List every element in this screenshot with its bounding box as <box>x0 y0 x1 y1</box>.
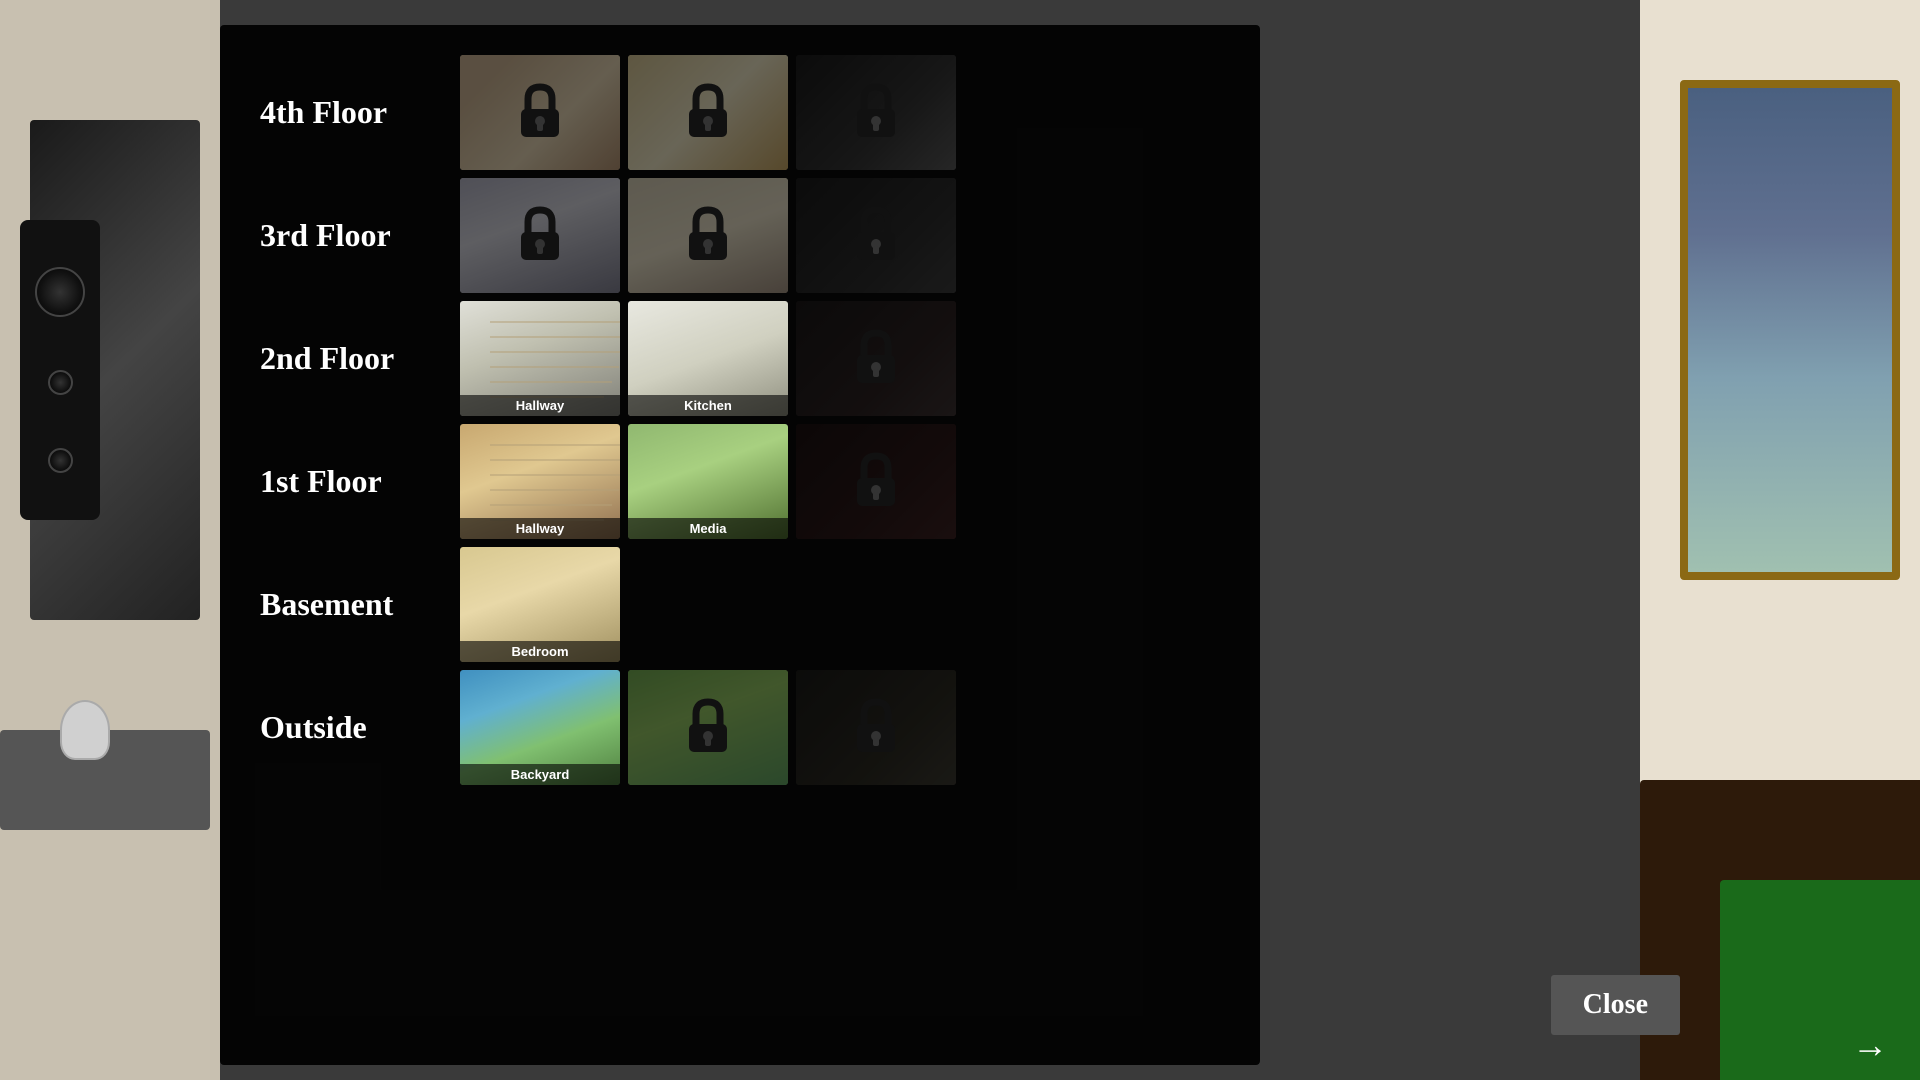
floor-rooms-outside: Backyard <box>460 670 956 785</box>
room-bg-1f-r3 <box>796 424 956 539</box>
room-bg-3f-r3 <box>796 178 956 293</box>
candle <box>60 700 110 760</box>
speaker-cone-small-2 <box>48 448 73 473</box>
speaker-cone-small-1 <box>48 370 73 395</box>
room-thumb-1f-r1[interactable]: Hallway <box>460 424 620 539</box>
floor-select-panel: 4th Floor3rd Floor2nd FloorHallwayKitche… <box>220 25 1260 1065</box>
room-label-2f-r2: Kitchen <box>628 395 788 416</box>
lock-overlay-4f-r3 <box>796 55 956 170</box>
room-bg-out-r1: Backyard <box>460 670 620 785</box>
floor-row-1st-floor: 1st FloorHallway Media <box>260 424 1220 539</box>
room-thumb-1f-r3[interactable] <box>796 424 956 539</box>
room-thumb-4f-r3[interactable] <box>796 55 956 170</box>
lock-overlay-3f-r3 <box>796 178 956 293</box>
room-thumb-2f-r2[interactable]: Kitchen <box>628 301 788 416</box>
nav-arrow-right[interactable]: → <box>1840 1030 1900 1060</box>
room-thumb-2f-r3[interactable] <box>796 301 956 416</box>
lock-icon <box>515 83 565 143</box>
room-bg-2f-r2: Kitchen <box>628 301 788 416</box>
room-thumb-3f-r2[interactable] <box>628 178 788 293</box>
room-thumb-1f-r2[interactable]: Media <box>628 424 788 539</box>
room-label-b-r1: Bedroom <box>460 641 620 662</box>
lock-overlay-3f-r1 <box>460 178 620 293</box>
lock-icon <box>683 83 733 143</box>
room-label-2f-r1: Hallway <box>460 395 620 416</box>
floor-row-basement: BasementBedroom <box>260 547 1220 662</box>
room-thumb-3f-r1[interactable] <box>460 178 620 293</box>
lock-overlay-4f-r1 <box>460 55 620 170</box>
room-thumb-out-r3[interactable] <box>796 670 956 785</box>
floor-rooms-1st-floor: Hallway Media <box>460 424 956 539</box>
room-thumb-out-r2[interactable] <box>628 670 788 785</box>
left-wall <box>0 0 220 1080</box>
lock-icon <box>851 329 901 389</box>
lock-icon <box>851 83 901 143</box>
room-bg-out-r2 <box>628 670 788 785</box>
lock-overlay-2f-r3 <box>796 301 956 416</box>
floor-label-2nd-floor: 2nd Floor <box>260 340 460 377</box>
floor-rooms-2nd-floor: Hallway Kitchen <box>460 301 956 416</box>
lock-icon <box>683 206 733 266</box>
room-bg-4f-r2 <box>628 55 788 170</box>
lock-icon <box>851 206 901 266</box>
lock-icon <box>683 698 733 758</box>
speaker-cone-large <box>35 267 85 317</box>
right-wall <box>1640 0 1920 1080</box>
room-bg-3f-r1 <box>460 178 620 293</box>
floor-label-basement: Basement <box>260 586 460 623</box>
room-bg-4f-r1 <box>460 55 620 170</box>
lock-icon <box>851 452 901 512</box>
floor-label-3rd-floor: 3rd Floor <box>260 217 460 254</box>
floor-row-4th-floor: 4th Floor <box>260 55 1220 170</box>
floor-row-outside: OutsideBackyard <box>260 670 1220 785</box>
window <box>1680 80 1900 580</box>
lock-overlay-3f-r2 <box>628 178 788 293</box>
room-thumb-2f-r1[interactable]: Hallway <box>460 301 620 416</box>
lock-icon <box>851 698 901 758</box>
floor-label-1st-floor: 1st Floor <box>260 463 460 500</box>
room-thumb-b-r1[interactable]: Bedroom <box>460 547 620 662</box>
room-bg-4f-r3 <box>796 55 956 170</box>
room-bg-1f-r2: Media <box>628 424 788 539</box>
floor-rooms-3rd-floor <box>460 178 956 293</box>
room-thumb-4f-r1[interactable] <box>460 55 620 170</box>
room-bg-1f-r1: Hallway <box>460 424 620 539</box>
lock-overlay-4f-r2 <box>628 55 788 170</box>
room-bg-3f-r2 <box>628 178 788 293</box>
lock-overlay-out-r3 <box>796 670 956 785</box>
floor-row-2nd-floor: 2nd FloorHallway Kitchen <box>260 301 1220 416</box>
close-button[interactable]: Close <box>1551 975 1680 1035</box>
floor-label-outside: Outside <box>260 709 460 746</box>
lock-icon <box>515 206 565 266</box>
floor-rooms-4th-floor <box>460 55 956 170</box>
floor-label-4th-floor: 4th Floor <box>260 94 460 131</box>
lock-overlay-1f-r3 <box>796 424 956 539</box>
room-thumb-4f-r2[interactable] <box>628 55 788 170</box>
floor-row-3rd-floor: 3rd Floor <box>260 178 1220 293</box>
room-bg-2f-r1: Hallway <box>460 301 620 416</box>
room-bg-2f-r3 <box>796 301 956 416</box>
room-label-1f-r2: Media <box>628 518 788 539</box>
room-bg-b-r1: Bedroom <box>460 547 620 662</box>
floor-rooms-basement: Bedroom <box>460 547 620 662</box>
room-thumb-3f-r3[interactable] <box>796 178 956 293</box>
room-thumb-out-r1[interactable]: Backyard <box>460 670 620 785</box>
lock-overlay-out-r2 <box>628 670 788 785</box>
room-label-out-r1: Backyard <box>460 764 620 785</box>
room-bg-out-r3 <box>796 670 956 785</box>
speaker <box>20 220 100 520</box>
room-label-1f-r1: Hallway <box>460 518 620 539</box>
